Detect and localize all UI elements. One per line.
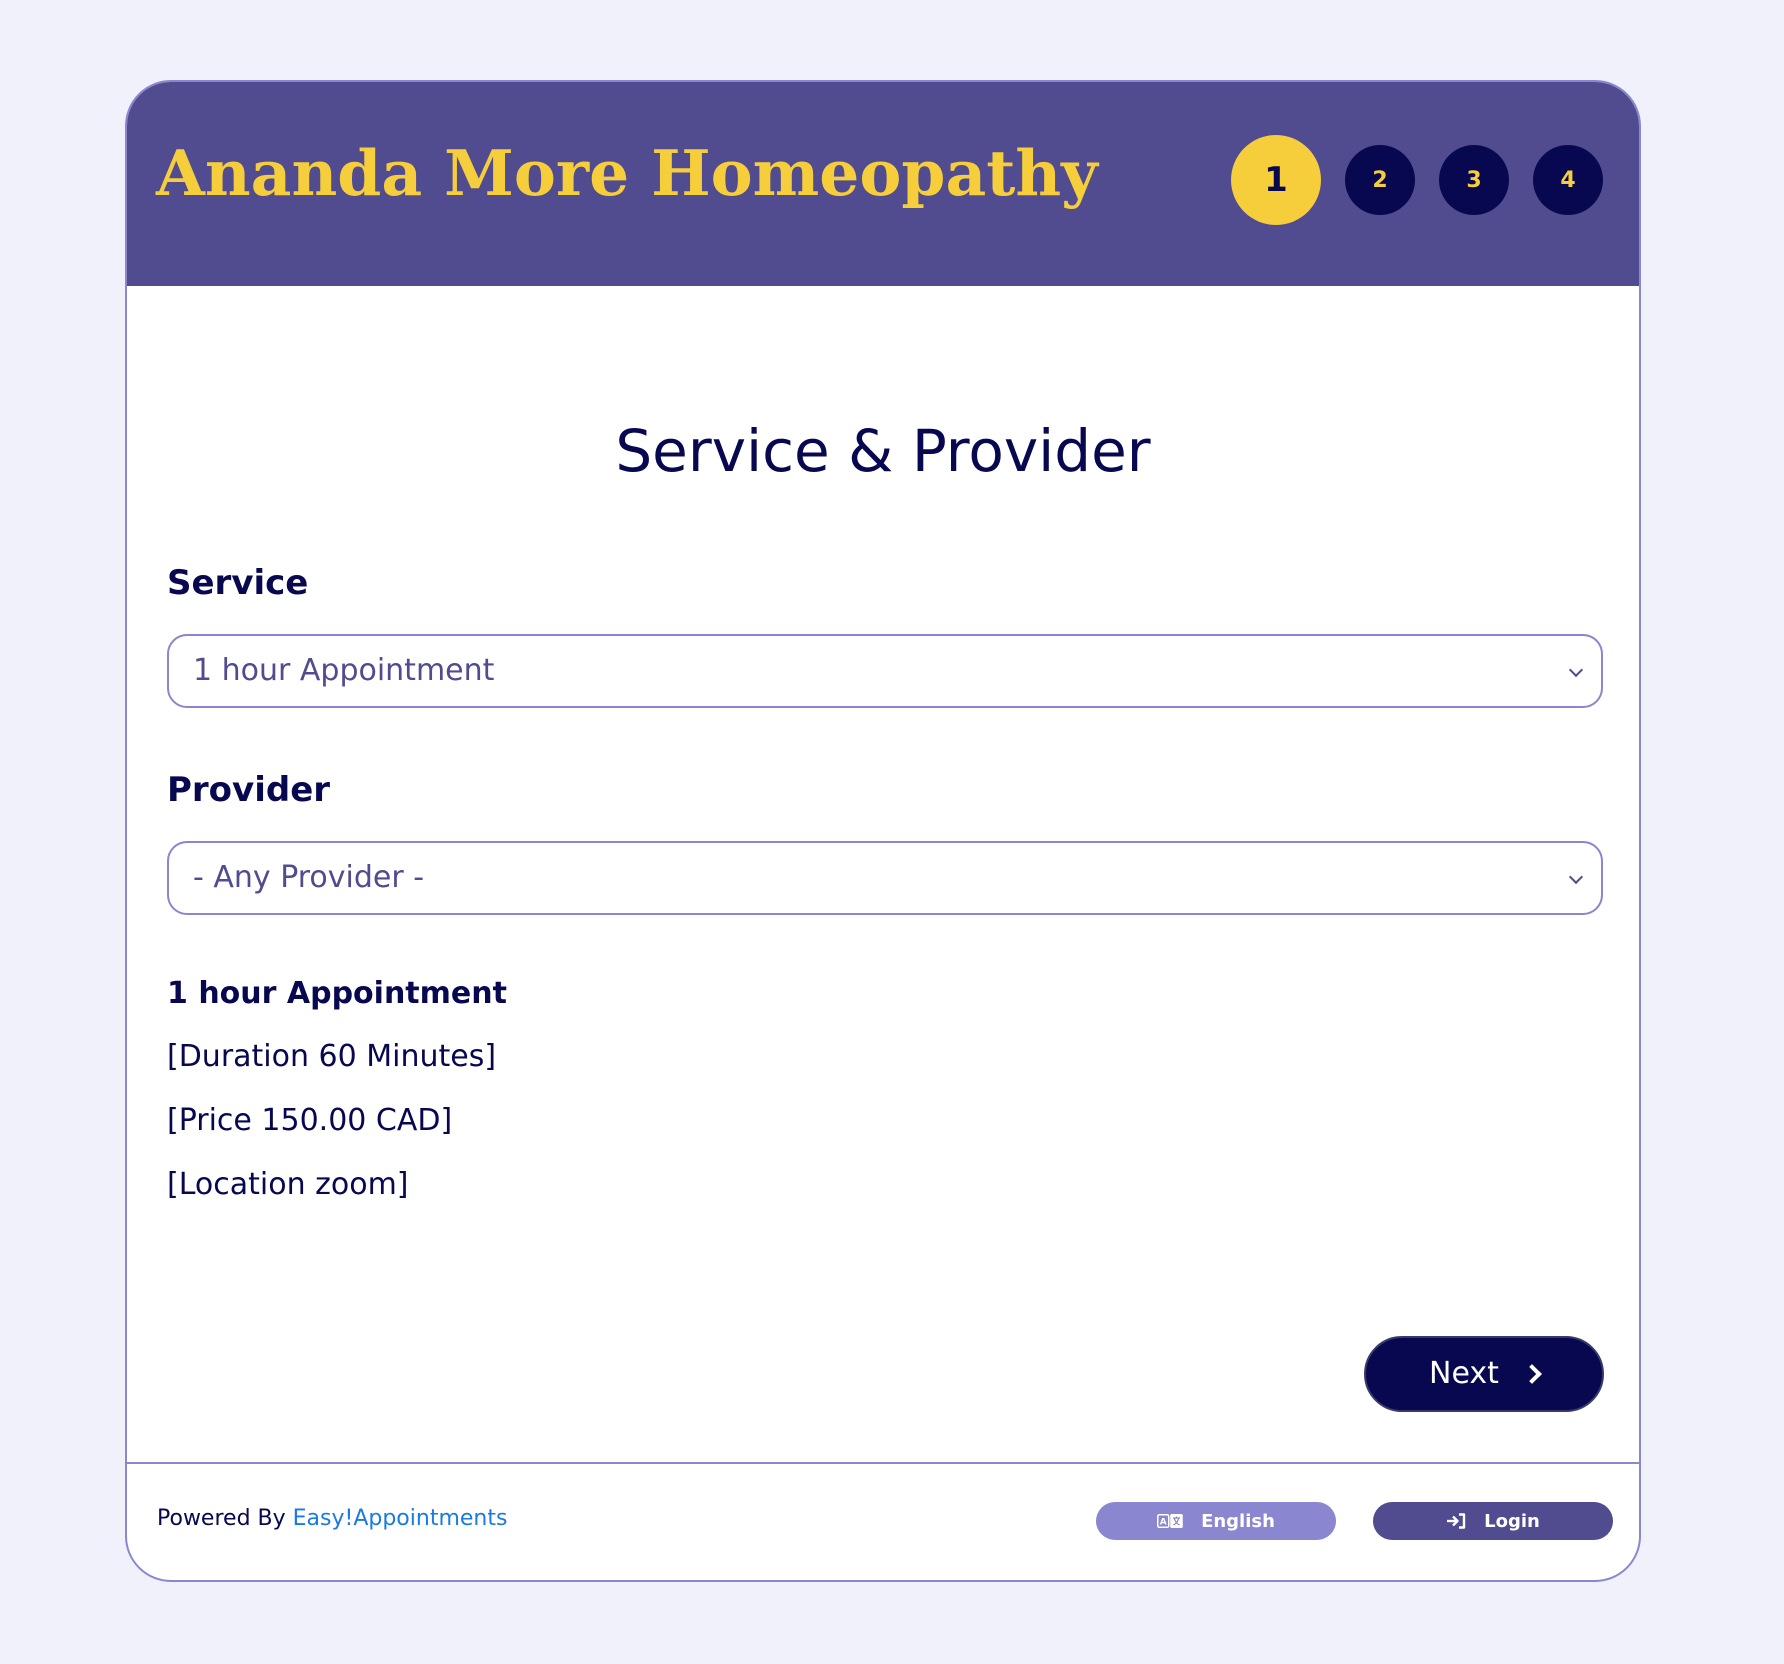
chevron-down-icon (1568, 662, 1584, 678)
step-2[interactable]: 2 (1345, 145, 1415, 215)
service-details-title: 1 hour Appointment (167, 976, 507, 1011)
page-title: Service & Provider (615, 417, 1151, 485)
provider-label: Provider (167, 770, 331, 810)
language-label: English (1201, 1510, 1275, 1532)
sign-in-icon (1446, 1513, 1466, 1529)
login-label: Login (1484, 1510, 1540, 1532)
service-duration: [Duration 60 Minutes] (167, 1039, 497, 1074)
language-button[interactable]: A English (1096, 1502, 1336, 1540)
step-4[interactable]: 4 (1533, 145, 1603, 215)
provider-select-value: - Any Provider - (193, 860, 425, 895)
service-label: Service (167, 563, 309, 603)
step-1[interactable]: 1 (1231, 135, 1321, 225)
provider-select[interactable]: - Any Provider - (167, 841, 1603, 915)
next-button-label: Next (1429, 1356, 1499, 1391)
translate-icon: A (1157, 1514, 1183, 1528)
svg-text:A: A (1160, 1518, 1167, 1528)
service-location: [Location zoom] (167, 1167, 409, 1202)
powered-by: Powered By Easy!Appointments (157, 1508, 507, 1530)
chevron-right-icon (1522, 1364, 1542, 1384)
service-price: [Price 150.00 CAD] (167, 1103, 453, 1138)
service-select-value: 1 hour Appointment (193, 653, 495, 688)
service-select[interactable]: 1 hour Appointment (167, 634, 1603, 708)
booking-card: Ananda More Homeopathy 1 2 3 4 Service &… (125, 80, 1641, 1582)
login-button[interactable]: Login (1373, 1502, 1613, 1540)
powered-by-prefix: Powered By (157, 1506, 293, 1531)
wizard-steps: 1 2 3 4 (1231, 134, 1603, 226)
next-button[interactable]: Next (1364, 1336, 1604, 1412)
step-3[interactable]: 3 (1439, 145, 1509, 215)
header: Ananda More Homeopathy 1 2 3 4 (127, 82, 1639, 286)
footer: Powered By Easy!Appointments A English L… (127, 1462, 1639, 1580)
easy-appointments-link[interactable]: Easy!Appointments (293, 1506, 508, 1531)
company-name: Ananda More Homeopathy (156, 136, 1098, 210)
chevron-down-icon (1568, 869, 1584, 885)
